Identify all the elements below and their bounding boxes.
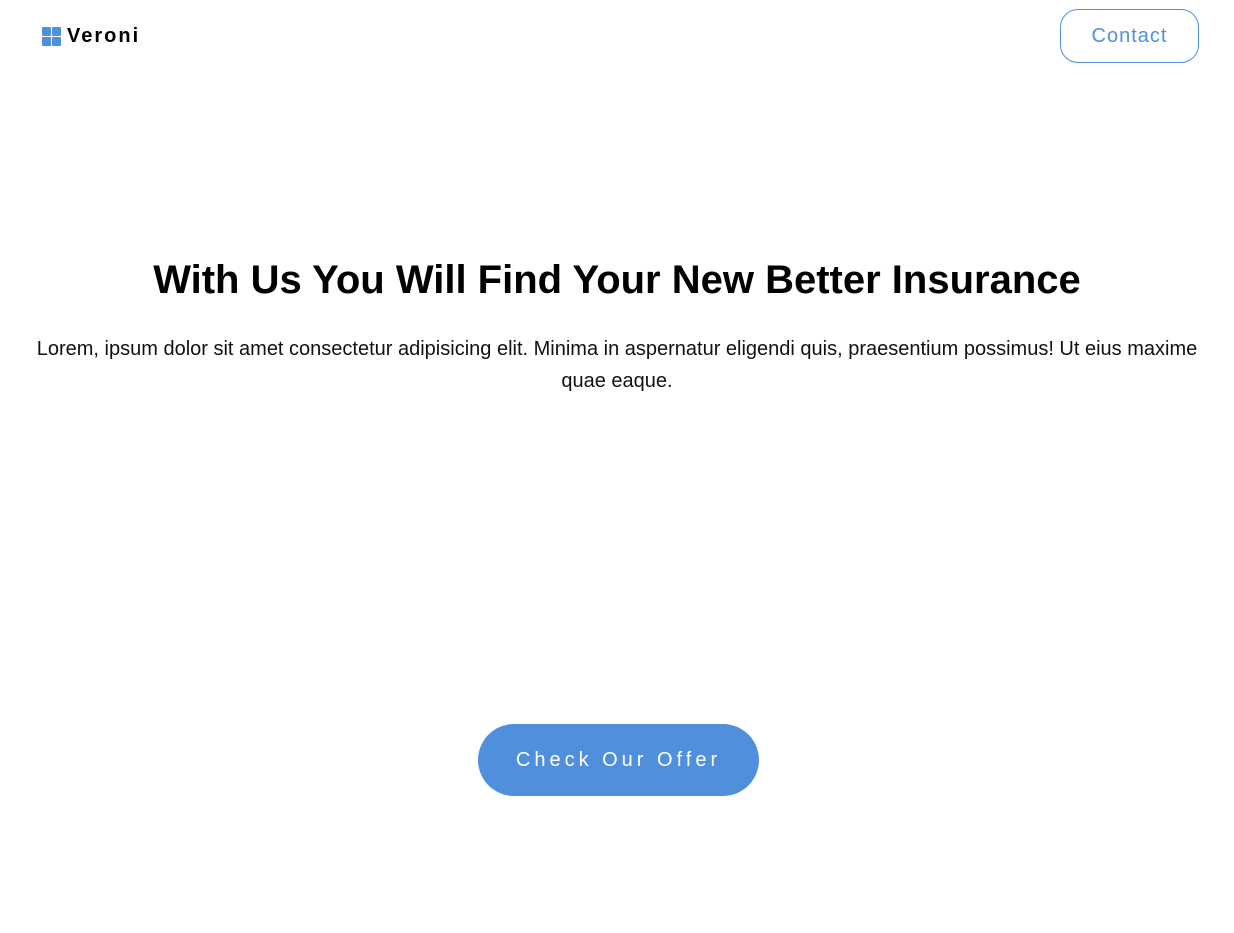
grid-logo-icon	[42, 26, 61, 46]
landing-page: Veroni Contact With Us You Will Find You…	[0, 0, 1234, 933]
brand-name: Veroni	[67, 25, 141, 47]
contact-button[interactable]: Contact	[1060, 9, 1199, 63]
hero-title: With Us You Will Find Your New Better In…	[153, 258, 1081, 302]
brand-logo[interactable]: Veroni	[42, 25, 140, 47]
hero-description: Lorem, ipsum dolor sit amet consectetur …	[36, 338, 1198, 392]
check-offer-button[interactable]: Check Our Offer	[478, 724, 759, 796]
